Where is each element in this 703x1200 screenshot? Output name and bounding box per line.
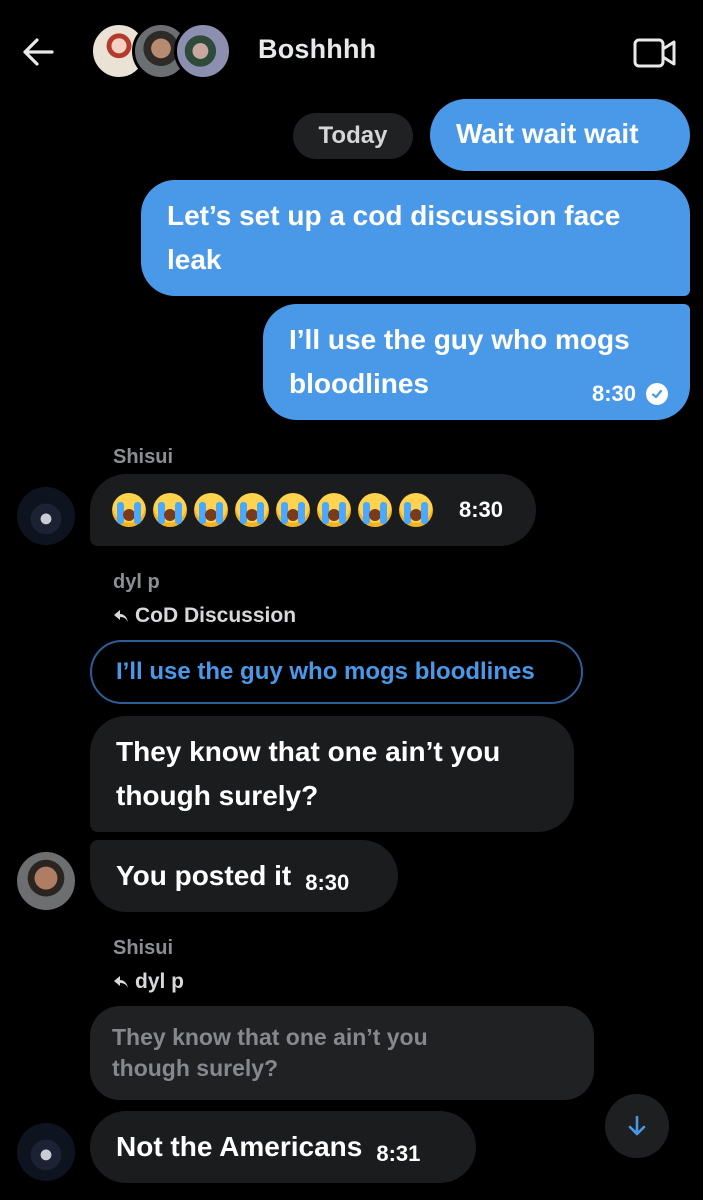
loudly-crying-emoji-icon	[194, 493, 228, 527]
message-text: Let’s set up a cod discussion face leak	[167, 200, 621, 275]
loudly-crying-emoji-icon	[399, 493, 433, 527]
message-text: They know that one ain’t you though sure…	[116, 736, 501, 811]
message-time: 8:30	[591, 381, 636, 406]
avatar[interactable]	[17, 1123, 75, 1181]
quoted-message[interactable]: They know that one ain’t you though sure…	[90, 1006, 594, 1100]
sender-name: Shisui	[113, 937, 174, 959]
avatar	[174, 22, 232, 80]
group-avatars[interactable]	[90, 22, 240, 82]
sender-name: dyl p	[113, 571, 160, 593]
reply-arrow-icon	[114, 976, 128, 988]
loudly-crying-emoji-icon	[112, 493, 146, 527]
message-time: 8:31	[376, 1141, 421, 1166]
read-check-icon	[646, 383, 668, 405]
message-text: Wait wait wait	[456, 118, 639, 149]
quoted-message[interactable]: I’ll use the guy who mogs bloodlines	[90, 640, 583, 704]
loudly-crying-emoji-icon	[358, 493, 392, 527]
emoji-row	[112, 493, 433, 527]
date-separator: Today	[293, 113, 413, 159]
sender-name: Shisui	[113, 446, 174, 468]
message-bubble-incoming[interactable]: 8:30	[90, 474, 536, 546]
reply-reference[interactable]: dyl p	[113, 970, 184, 994]
loudly-crying-emoji-icon	[317, 493, 351, 527]
quoted-text: I’ll use the guy who mogs bloodlines	[116, 658, 535, 685]
reply-reference[interactable]: CoD Discussion	[113, 604, 296, 628]
avatar[interactable]	[17, 487, 75, 545]
message-bubble-incoming[interactable]: They know that one ain’t you though sure…	[90, 716, 574, 832]
message-bubble-incoming[interactable]: Not the Americans 8:31	[90, 1111, 476, 1183]
reply-arrow-icon	[114, 610, 128, 622]
back-button[interactable]	[18, 30, 58, 74]
dm-conversation-screen: Boshhhh Today Wait wait wait Let’s set u…	[0, 0, 703, 1200]
video-camera-icon	[633, 38, 676, 68]
quoted-text: They know that one ain’t you though sure…	[112, 1024, 428, 1081]
reply-target: dyl p	[135, 970, 185, 993]
loudly-crying-emoji-icon	[276, 493, 310, 527]
message-bubble-outgoing[interactable]: Wait wait wait	[430, 99, 690, 171]
loudly-crying-emoji-icon	[153, 493, 187, 527]
message-bubble-incoming[interactable]: You posted it 8:30	[90, 840, 398, 912]
loudly-crying-emoji-icon	[235, 493, 269, 527]
message-text: You posted it	[116, 860, 292, 891]
message-time: 8:30	[459, 497, 504, 522]
message-bubble-outgoing[interactable]: I’ll use the guy who mogs bloodlines 8:3…	[263, 304, 690, 420]
arrow-left-icon	[23, 38, 54, 66]
message-time: 8:30	[305, 870, 350, 895]
arrow-down-icon	[628, 1115, 646, 1136]
scroll-to-bottom-button[interactable]	[605, 1094, 669, 1158]
message-text: Not the Americans	[116, 1131, 363, 1162]
chat-title[interactable]: Boshhhh	[258, 34, 376, 65]
reply-target: CoD Discussion	[135, 604, 297, 627]
message-bubble-outgoing[interactable]: Let’s set up a cod discussion face leak	[141, 180, 690, 296]
message-meta: 8:30	[592, 382, 668, 406]
avatar[interactable]	[17, 852, 75, 910]
video-call-button[interactable]	[632, 34, 678, 72]
